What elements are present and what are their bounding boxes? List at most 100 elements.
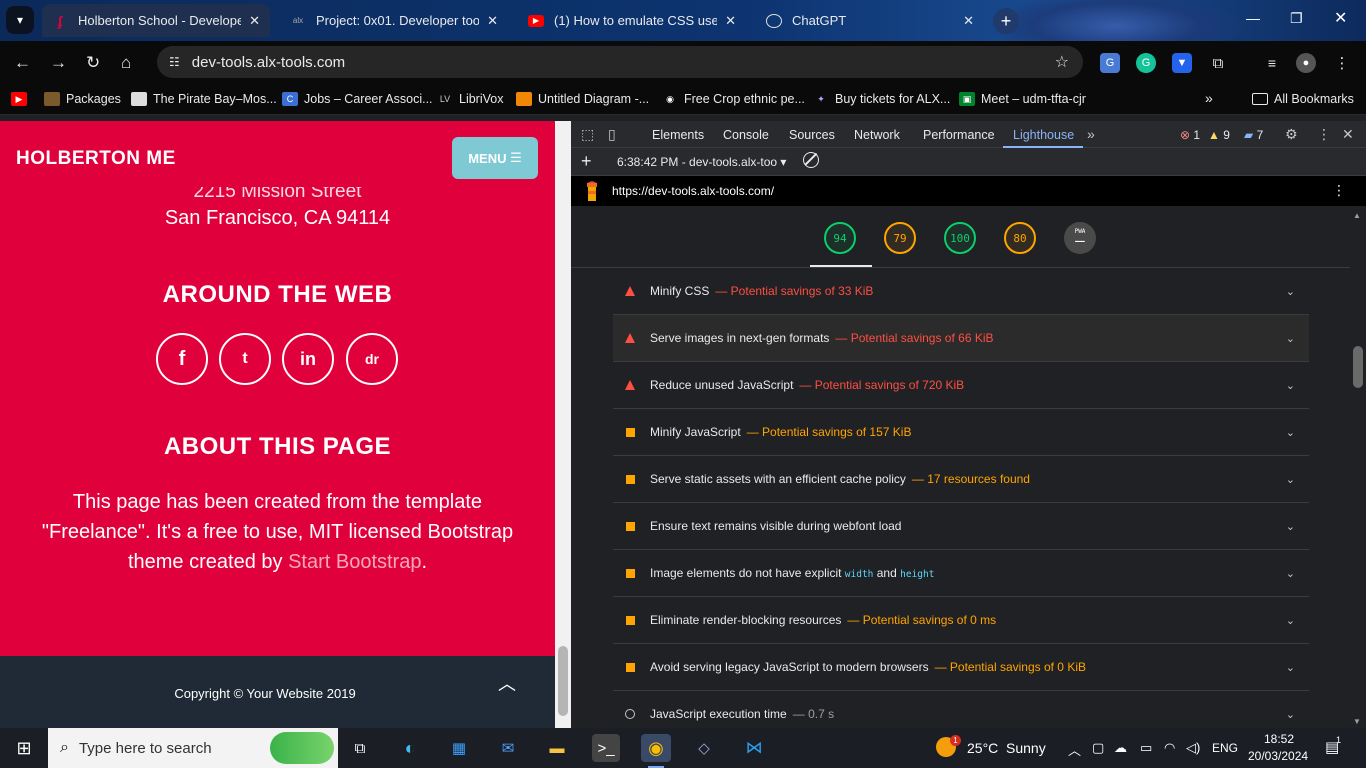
site-info-icon[interactable]: ☷ [169,55,180,69]
all-bookmarks-folder[interactable]: All Bookmarks [1252,92,1354,106]
error-count[interactable]: ⊗ 1 [1180,128,1200,142]
audit-item[interactable]: Avoid serving legacy JavaScript to moder… [613,644,1309,691]
linkedin-icon[interactable]: in [282,333,334,385]
pwa-gauge[interactable]: PWA – [1064,222,1096,254]
tab-alx-project[interactable]: alx Project: 0x01. Developer tools | ✕ [280,4,508,37]
chevron-down-icon[interactable]: ⌄ [1286,285,1295,298]
cloud-icon[interactable]: ☁ [1114,740,1127,756]
audit-item[interactable]: Serve images in next-gen formats — Potent… [613,315,1309,362]
close-icon[interactable]: ✕ [725,13,736,29]
profile-avatar[interactable]: ● [1296,53,1316,73]
grammarly-icon[interactable]: G [1136,53,1156,73]
audit-item[interactable]: Reduce unused JavaScript — Potential savi… [613,362,1309,409]
chevron-down-icon[interactable]: ⌄ [1286,379,1295,392]
devtools-tab-console[interactable]: Console [723,128,769,142]
devtools-tab-sources[interactable]: Sources [789,128,835,142]
weather-temp[interactable]: 25°C [967,740,998,756]
tab-holberton[interactable]: ʄ Holberton School - Developer t ✕ [42,4,270,37]
file-explorer-icon[interactable]: ▬ [543,734,571,762]
scroll-down-icon[interactable]: ▼ [1353,717,1361,726]
devtools-kebab-icon[interactable]: ⋮ [1317,126,1331,143]
home-icon[interactable]: ⌂ [121,53,131,73]
chevron-down-icon[interactable]: ⌄ [1286,708,1295,721]
taskbar-search[interactable]: ⌕ Type here to search [48,728,338,768]
windows-start-icon[interactable]: ⊞ [10,734,38,762]
close-icon[interactable]: ✕ [963,13,974,29]
device-icon[interactable]: ▢ [1092,740,1104,756]
reload-icon[interactable]: ↻ [86,53,100,73]
best-practices-score-gauge[interactable]: 100 [944,222,976,254]
tab-chatgpt[interactable]: ChatGPT ✕ [756,4,984,37]
performance-score-gauge[interactable]: 94 [824,222,856,254]
bookmark-free-crop[interactable]: ◉ Free Crop ethnic pe... [662,92,805,106]
new-tab-button[interactable]: + [993,8,1019,34]
accessibility-score-gauge[interactable]: 79 [884,222,916,254]
dribbble-icon[interactable]: dr [346,333,398,385]
audit-item[interactable]: Minify JavaScript — Potential savings of … [613,409,1309,456]
weather-condition[interactable]: Sunny [1006,740,1046,756]
settings-gear-icon[interactable]: ⚙ [1285,126,1298,143]
terminal-icon[interactable]: >_ [592,734,620,762]
audit-item[interactable]: Serve static assets with an efficient ca… [613,456,1309,503]
devtools-scrollbar-thumb[interactable] [1353,346,1363,388]
vscode-icon[interactable]: ⋈ [740,734,768,762]
store-icon[interactable]: ▦ [445,734,473,762]
media-controls-icon[interactable]: ≡ [1262,53,1282,73]
page-scrollbar-thumb[interactable] [558,646,568,716]
address-bar[interactable]: ☷ dev-tools.alx-tools.com ☆ [157,46,1083,78]
bookmark-librivox[interactable]: LV LibriVox [437,92,504,106]
edge-browser-icon[interactable]: ◐ [396,734,424,762]
bookmark-meet[interactable]: ▣ Meet – udm-tfta-cjr [959,92,1086,106]
facebook-icon[interactable]: f [156,333,208,385]
scroll-top-chevron-icon[interactable]: ︿ [498,670,516,696]
task-view-icon[interactable]: ⧉ [346,734,374,762]
chevron-down-icon[interactable]: ⌄ [1286,614,1295,627]
chevron-down-icon[interactable]: ⌄ [1286,473,1295,486]
inspect-element-icon[interactable]: ⬚ [581,126,594,143]
start-bootstrap-link[interactable]: Start Bootstrap [288,551,421,573]
device-toolbar-icon[interactable]: ▯ [608,126,616,143]
shield-extension-icon[interactable]: ▼ [1172,53,1192,73]
scroll-up-icon[interactable]: ▲ [1353,211,1361,220]
chevron-down-icon[interactable]: ⌄ [1286,426,1295,439]
page-scrollbar[interactable] [555,121,571,728]
mail-icon[interactable]: ✉ [494,734,522,762]
notes-app-icon[interactable]: ◇ [690,734,718,762]
audit-item[interactable]: Eliminate render-blocking resources — Pot… [613,597,1309,644]
google-translate-icon[interactable]: G [1100,53,1120,73]
bookmark-piratebay[interactable]: The Pirate Bay–Mos... [131,92,277,106]
tab-search-button[interactable]: ▾ [6,6,34,34]
bookmark-youtube[interactable]: ▶ [11,92,33,106]
audit-item[interactable]: Ensure text remains visible during webfo… [613,503,1309,550]
close-devtools-icon[interactable]: ✕ [1342,126,1354,143]
clock-date[interactable]: 20/03/2024 [1248,749,1308,763]
battery-icon[interactable]: ▭ [1140,740,1152,756]
chevron-down-icon[interactable]: ⌄ [1286,661,1295,674]
more-tabs-button[interactable]: » [1087,126,1095,142]
new-report-plus-icon[interactable]: + [581,151,592,172]
forward-arrow-icon[interactable]: → [50,53,67,73]
bookmark-tickets[interactable]: ✦ Buy tickets for ALX... [813,92,950,106]
kebab-menu-icon[interactable]: ⋮ [1332,53,1352,73]
menu-button[interactable]: MENU ☰ [452,137,538,179]
tray-chevron-up-icon[interactable]: ︿ [1068,740,1081,759]
tab-youtube[interactable]: ▶ (1) How to emulate CSS user pr ✕ [518,4,746,37]
chrome-icon[interactable]: ◉ [641,734,671,762]
close-icon[interactable]: ✕ [249,13,260,29]
seo-score-gauge[interactable]: 80 [1004,222,1036,254]
close-icon[interactable]: ✕ [487,13,498,29]
devtools-tab-network[interactable]: Network [854,128,900,142]
clear-reports-icon[interactable] [803,152,819,168]
chevron-down-icon[interactable]: ⌄ [1286,567,1295,580]
audit-item[interactable]: JavaScript execution time — 0.7 s ⌄ [613,691,1309,728]
twitter-icon[interactable]: t [219,333,271,385]
extensions-puzzle-icon[interactable]: ⧉ [1208,53,1228,73]
volume-icon[interactable]: ◁) [1186,740,1200,756]
audit-item[interactable]: Minify CSS — Potential savings of 33 KiB ⌄ [613,268,1309,315]
report-kebab-icon[interactable]: ⋮ [1332,182,1346,199]
clock-time[interactable]: 18:52 [1264,732,1294,746]
more-bookmarks-button[interactable]: » [1205,90,1213,106]
language-indicator[interactable]: ENG [1212,741,1238,755]
message-count[interactable]: ▰ 7 [1244,128,1263,142]
chevron-down-icon[interactable]: ⌄ [1286,520,1295,533]
